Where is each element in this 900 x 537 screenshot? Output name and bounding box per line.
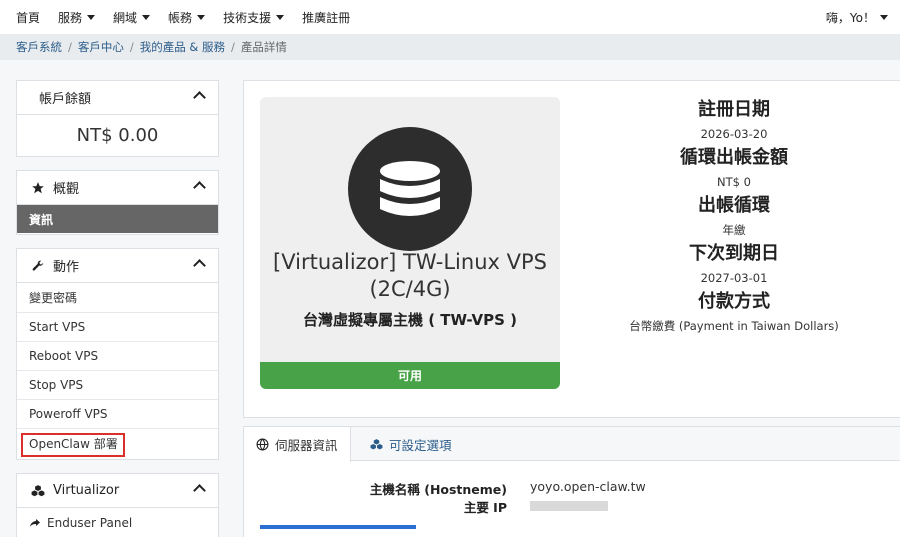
- billing-cycle-value: 年繳: [722, 223, 746, 237]
- balance-value: NT$ 0.00: [76, 124, 159, 146]
- actions-panel: 動作 變更密碼 Start VPS Reboot VPS Stop VPS Po…: [16, 248, 219, 460]
- actions-list: 變更密碼 Start VPS Reboot VPS Stop VPS Power…: [17, 283, 218, 457]
- nav-domains-label: 網域: [113, 10, 138, 25]
- recurring-amount-value: NT$ 0: [717, 175, 751, 189]
- product-name: [Virtualizor] TW-Linux VPS (2C/4G): [273, 250, 547, 301]
- hostname-label: 主機名稱 (Hostneme): [369, 482, 507, 497]
- caret-down-icon: [880, 14, 888, 20]
- user-menu[interactable]: 嗨，Yo！: [826, 0, 888, 34]
- product-details: 註冊日期 2026-03-20 循環出帳金額 NT$ 0 出帳循環 年繳 下次到…: [604, 97, 864, 337]
- ip-value-redacted: [530, 501, 608, 511]
- cubes-icon: [370, 438, 383, 451]
- wrench-icon: [31, 259, 45, 273]
- highlight-box: [21, 433, 125, 457]
- user-greeting: 嗨，Yo！: [825, 10, 875, 25]
- overview-panel-header[interactable]: 概觀: [17, 171, 218, 205]
- registration-date-value: 2026-03-20: [700, 127, 768, 141]
- billing-cycle-label: 出帳循環: [698, 195, 770, 216]
- nav-affiliates-label: 推廣註冊: [302, 10, 351, 25]
- product-box: [Virtualizor] TW-Linux VPS (2C/4G) 台灣虛擬專…: [260, 97, 560, 389]
- nav-support[interactable]: 技術支援: [223, 9, 285, 26]
- breadcrumb-link[interactable]: 客戶系統: [16, 39, 62, 55]
- share-icon: [29, 517, 41, 529]
- action-stop-vps[interactable]: Stop VPS: [17, 370, 218, 399]
- star-icon: [31, 181, 45, 195]
- globe-icon: [256, 438, 269, 451]
- caret-down-icon: [197, 14, 206, 20]
- next-due-date-label: 下次到期日: [689, 243, 779, 264]
- hostname-value-text: yoyo.open-claw.tw: [530, 479, 646, 494]
- actions-title: 動作: [53, 260, 80, 275]
- nav-domains[interactable]: 網域: [113, 9, 151, 26]
- nav-services-label: 服務: [58, 10, 83, 25]
- breadcrumb-link[interactable]: 客戶中心: [78, 39, 124, 55]
- nav-affiliates[interactable]: 推廣註冊: [302, 9, 350, 26]
- ip-label: 主要 IP: [463, 500, 507, 515]
- caret-down-icon: [276, 14, 285, 20]
- caret-down-icon: [87, 14, 96, 20]
- hostname-row: 主機名稱 (Hostneme): [244, 479, 507, 497]
- payment-method-label: 付款方式: [698, 291, 770, 312]
- virtualizor-panel-header[interactable]: Virtualizor: [17, 474, 218, 508]
- product-card: [Virtualizor] TW-Linux VPS (2C/4G) 台灣虛擬專…: [243, 80, 900, 418]
- breadcrumb-current: 產品詳情: [240, 40, 287, 54]
- nav-support-label: 技術支援: [223, 10, 272, 25]
- tab-server-info[interactable]: 伺服器資訊: [244, 427, 351, 462]
- progress-bar: [260, 525, 416, 529]
- nav-billing[interactable]: 帳務: [168, 9, 206, 26]
- chevron-up-icon[interactable]: [193, 91, 206, 104]
- nav-home-label: 首頁: [16, 10, 41, 25]
- caret-down-icon: [142, 14, 151, 20]
- action-openclaw-deploy[interactable]: OpenClaw 部署: [17, 428, 218, 457]
- overview-title: 概觀: [53, 182, 80, 197]
- database-icon: [348, 127, 472, 251]
- product-group: 台灣虛擬專屬主機 ( TW-VPS ): [302, 311, 518, 329]
- chevron-up-icon[interactable]: [193, 484, 206, 497]
- overview-panel: 概觀 資訊: [16, 170, 219, 235]
- hostname-value: yoyo.open-claw.tw: [530, 479, 646, 494]
- chevron-up-icon[interactable]: [193, 259, 206, 272]
- breadcrumb: 客戶系統 / 客戶中心 / 我的產品 & 服務 / 產品詳情: [0, 34, 900, 60]
- sidebar-item-info[interactable]: 資訊: [17, 205, 218, 233]
- recurring-amount-label: 循環出帳金額: [680, 147, 788, 168]
- next-due-date-value: 2027-03-01: [700, 271, 768, 285]
- virtualizor-title: Virtualizor: [53, 483, 120, 498]
- breadcrumb-link[interactable]: 我的產品 & 服務: [140, 39, 225, 55]
- virtualizor-panel: Virtualizor Enduser Panel: [16, 473, 219, 537]
- nav-home[interactable]: 首頁: [16, 9, 40, 26]
- action-poweroff-vps[interactable]: Poweroff VPS: [17, 399, 218, 428]
- tab-bar: 伺服器資訊 可設定選項: [244, 427, 900, 462]
- enduser-panel-label: Enduser Panel: [47, 515, 133, 530]
- action-start-vps[interactable]: Start VPS: [17, 312, 218, 341]
- action-reboot-vps[interactable]: Reboot VPS: [17, 341, 218, 370]
- balance-panel-header[interactable]: 帳戶餘額: [17, 81, 218, 115]
- status-badge: 可用: [260, 362, 560, 389]
- actions-panel-header[interactable]: 動作: [17, 249, 218, 283]
- nav-billing-label: 帳務: [168, 10, 193, 25]
- chevron-up-icon[interactable]: [193, 181, 206, 194]
- payment-method-value: 台幣繳費 (Payment in Taiwan Dollars): [629, 319, 839, 333]
- virtualizor-enduser-panel[interactable]: Enduser Panel: [17, 508, 218, 537]
- tab-config-options[interactable]: 可設定選項: [358, 427, 464, 461]
- top-navbar: 首頁 服務 網域 帳務 技術支援 推廣註冊 嗨，Yo！: [0, 0, 900, 34]
- registration-date-label: 註冊日期: [698, 99, 770, 120]
- balance-title: 帳戶餘額: [39, 92, 92, 107]
- tab-config-label: 可設定選項: [389, 437, 452, 453]
- server-tabs-card: 伺服器資訊 可設定選項 主機名稱 (Hostneme) yoyo.open-cl…: [243, 426, 900, 537]
- cubes-icon: [31, 484, 45, 498]
- ip-row: 主要 IP: [244, 497, 507, 515]
- balance-panel: 帳戶餘額 NT$ 0.00: [16, 80, 219, 157]
- tab-server-info-label: 伺服器資訊: [275, 438, 338, 453]
- nav-services[interactable]: 服務: [58, 9, 96, 26]
- action-change-password[interactable]: 變更密碼: [17, 283, 218, 312]
